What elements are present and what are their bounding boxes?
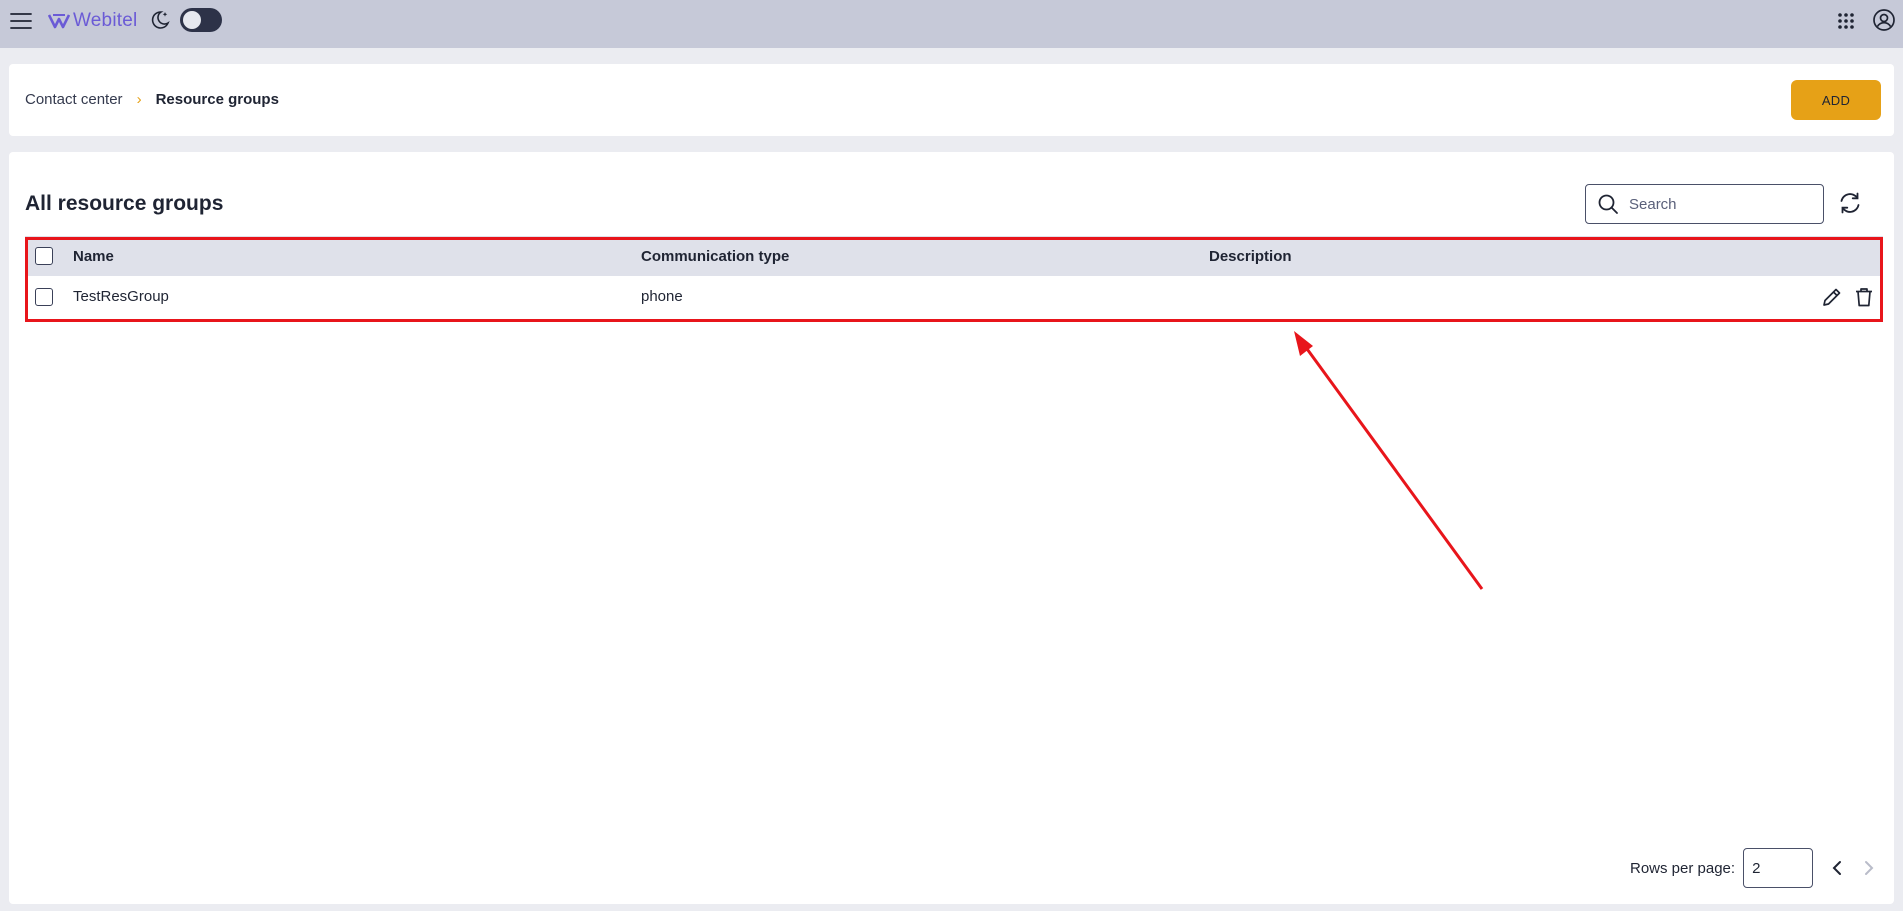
search-field[interactable] [1585,184,1824,224]
select-all-checkbox[interactable] [35,247,53,265]
toggle-knob [183,11,201,29]
refresh-icon[interactable] [1837,190,1863,216]
previous-page-chevron-icon[interactable] [1825,856,1849,880]
row-checkbox[interactable] [35,287,53,306]
rows-per-page-input[interactable] [1743,848,1814,888]
table-row[interactable]: TestResGroup phone [25,276,1883,317]
apps-grid-icon[interactable] [1834,9,1858,33]
column-header-description[interactable]: Description [1209,248,1292,265]
hamburger-menu-icon[interactable] [9,9,33,33]
webitel-logo-icon [48,14,70,29]
pagination: Rows per page: [1630,848,1881,888]
table-header: Name Communication type Description [25,236,1883,276]
next-page-chevron-icon[interactable] [1857,856,1881,880]
account-icon[interactable] [1872,8,1896,32]
column-header-communication-type[interactable]: Communication type [641,248,789,265]
page-title: All resource groups [25,192,224,215]
add-button[interactable]: ADD [1791,80,1881,120]
row-actions [1821,286,1875,308]
breadcrumb-contact-center[interactable]: Contact center [25,91,123,108]
breadcrumb-resource-groups: Resource groups [155,91,279,108]
theme-toggle[interactable] [180,8,222,32]
column-header-name[interactable]: Name [73,248,114,265]
rows-per-page-label: Rows per page: [1630,859,1736,877]
edit-pencil-icon[interactable] [1821,286,1843,308]
cell-communication-type: phone [641,288,683,305]
cell-name[interactable]: TestResGroup [73,288,169,305]
webitel-logo[interactable]: Webitel [48,9,137,33]
logo-text: Webitel [73,10,138,31]
search-input[interactable] [1629,195,1809,213]
page-header: Contact center › Resource groups ADD [9,64,1894,136]
main-content: All resource groups Name Communication t… [9,152,1894,904]
delete-trash-icon[interactable] [1853,286,1875,308]
top-app-bar: Webitel [0,0,1903,48]
breadcrumb-separator-icon: › [136,91,142,108]
search-icon [1597,193,1619,215]
resource-groups-table: Name Communication type Description Test… [25,236,1883,317]
dark-mode-moon-icon [149,9,171,31]
breadcrumb: Contact center › Resource groups [25,91,279,108]
